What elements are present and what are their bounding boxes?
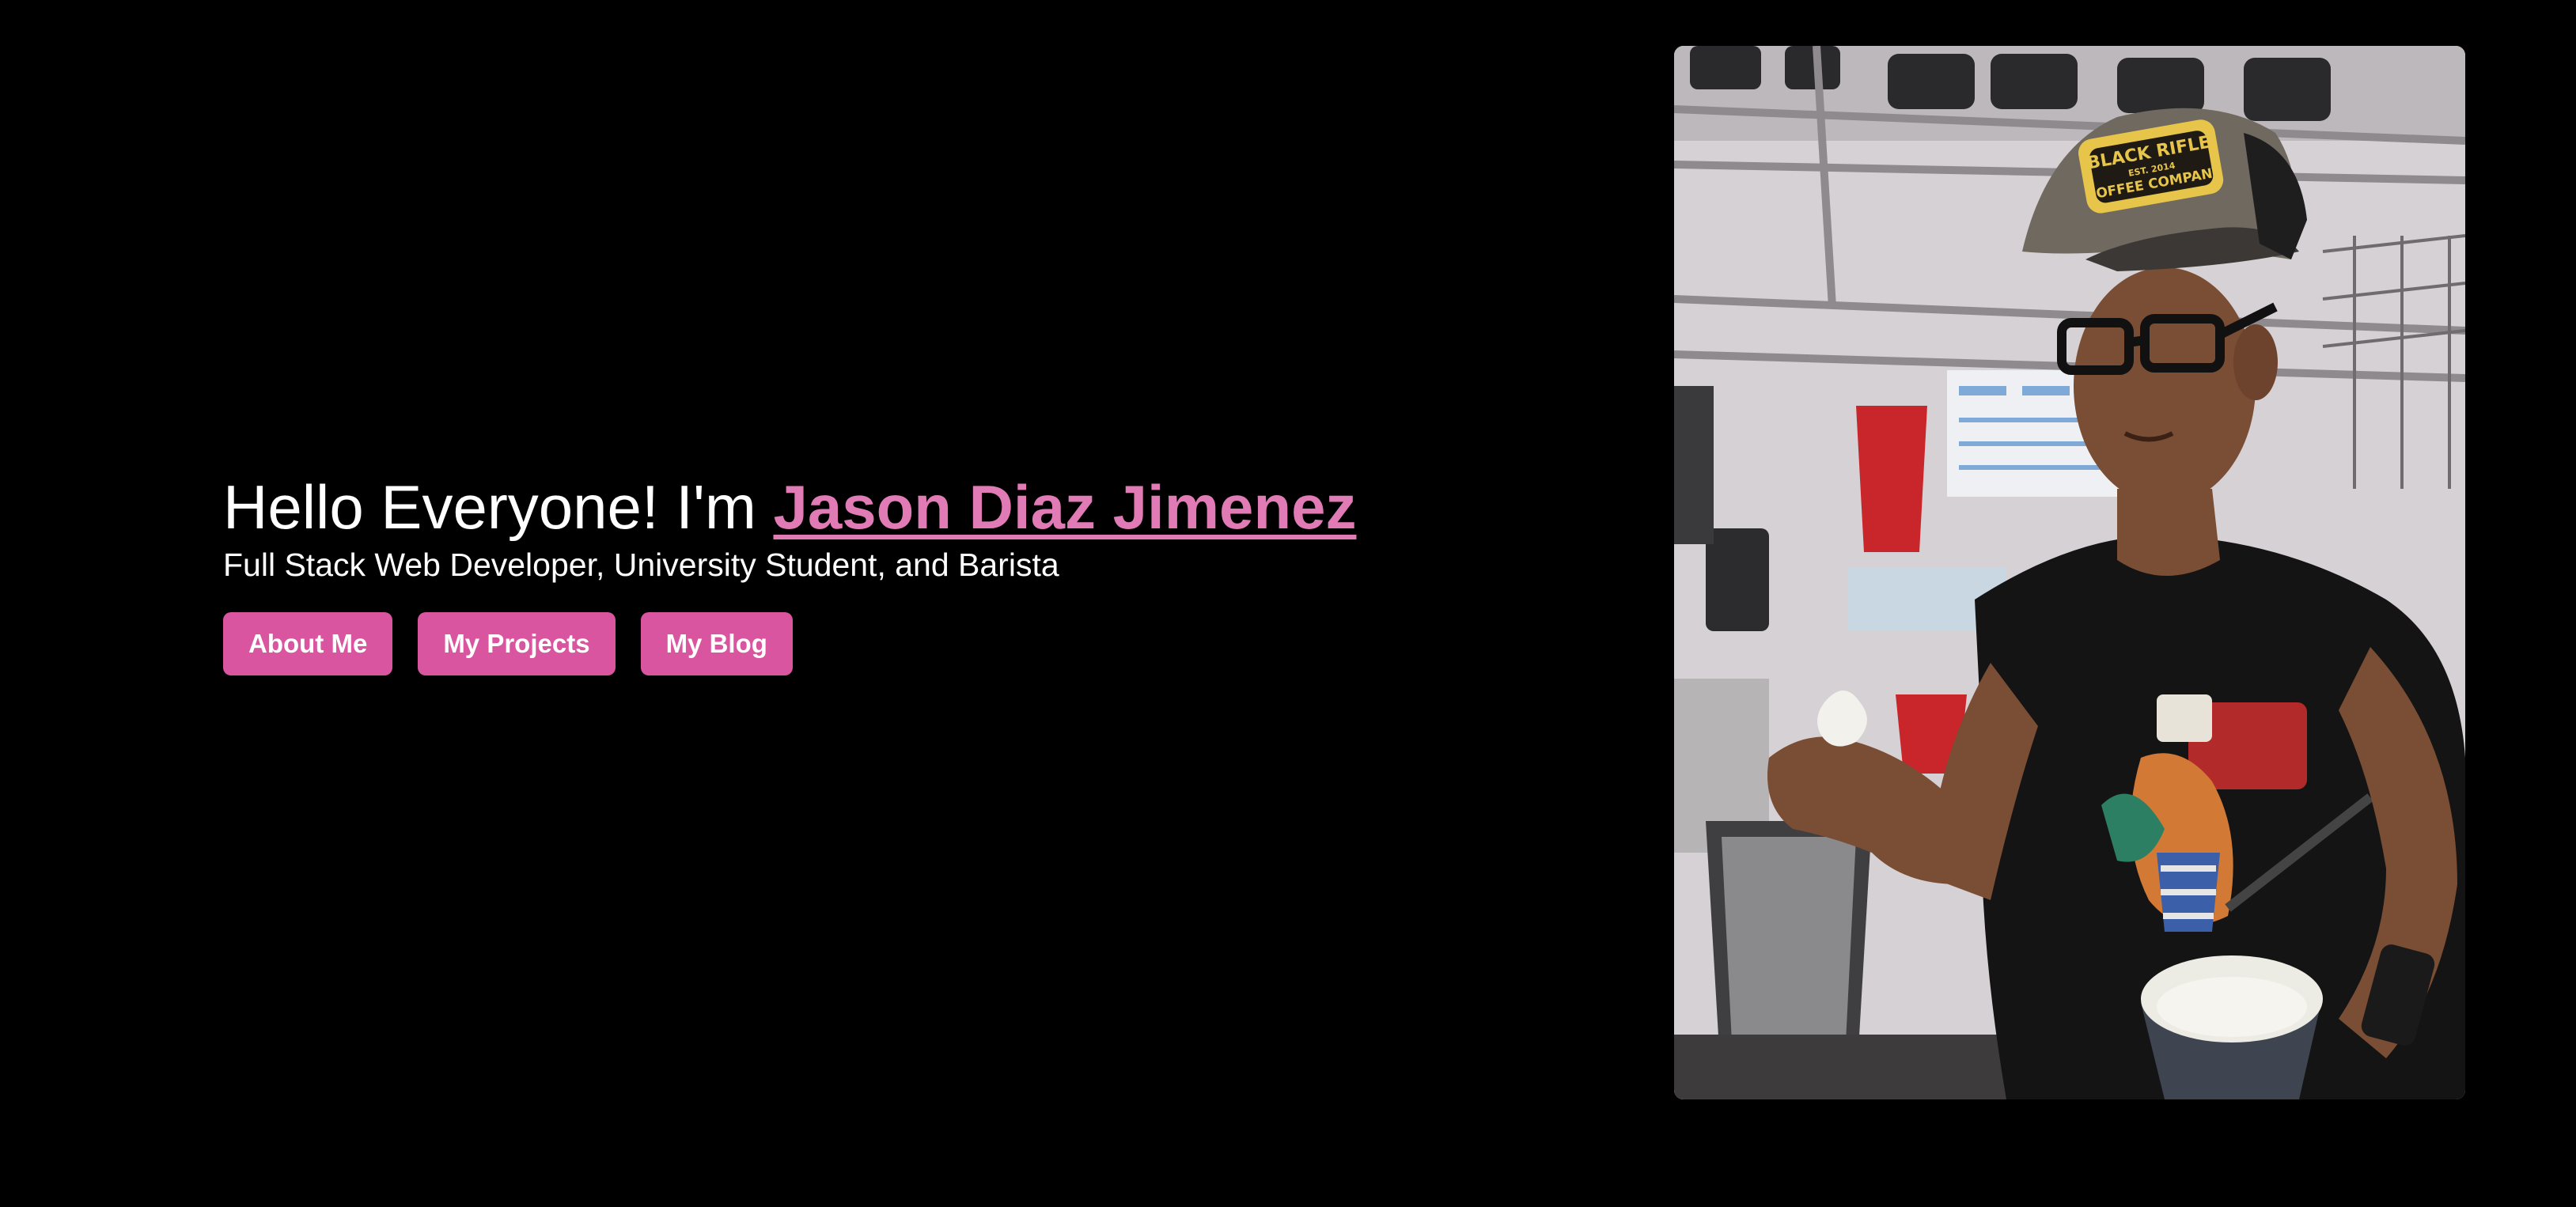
name-link[interactable]: Jason Diaz Jimenez bbox=[774, 472, 1357, 542]
page: Hello Everyone! I'm Jason Diaz Jimenez F… bbox=[0, 0, 2576, 1207]
about-me-button[interactable]: About Me bbox=[223, 612, 393, 675]
profile-photo-illustration: BLACK RIFLE EST. 2014 COFFEE COMPANY bbox=[1674, 46, 2465, 1099]
profile-photo: BLACK RIFLE EST. 2014 COFFEE COMPANY bbox=[1674, 46, 2465, 1099]
my-projects-button[interactable]: My Projects bbox=[418, 612, 616, 675]
greeting-text: Hello Everyone! I'm bbox=[223, 472, 774, 542]
hero-section: Hello Everyone! I'm Jason Diaz Jimenez F… bbox=[223, 471, 1568, 675]
hero-tagline: Full Stack Web Developer, University Stu… bbox=[223, 547, 1059, 583]
hero-headline: Hello Everyone! I'm Jason Diaz Jimenez bbox=[223, 471, 1568, 543]
my-blog-button[interactable]: My Blog bbox=[640, 612, 793, 675]
nav-buttons: About Me My Projects My Blog bbox=[223, 612, 1568, 675]
